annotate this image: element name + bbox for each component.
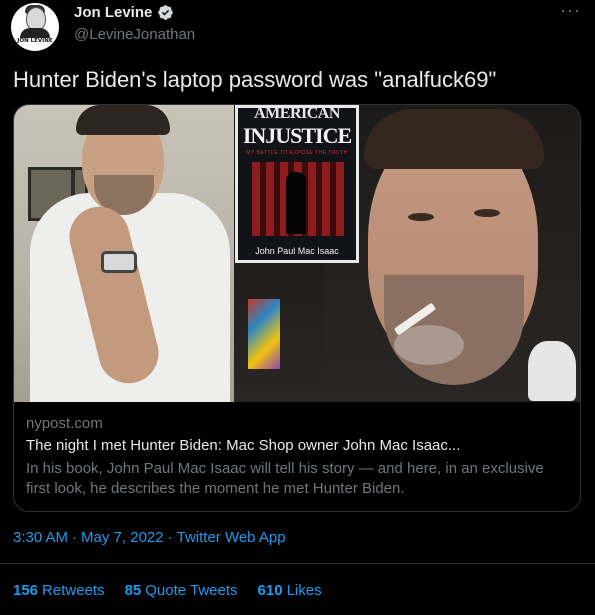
figure-hair [364, 109, 544, 169]
tweet-stats: 156 Retweets 85 Quote Tweets 610 Likes [13, 582, 342, 599]
photo-hunter-smoking [324, 105, 580, 402]
book-subtitle: MY BATTLE TO EXPOSE THE TRUTH [246, 150, 348, 156]
avatar-shirt [20, 28, 50, 38]
author-handle[interactable]: @LevineJonathan [74, 26, 195, 43]
author-name-row: Jon Levine [74, 4, 174, 21]
retweets-label: Retweets [42, 582, 105, 599]
tweet-source[interactable]: Twitter Web App [177, 529, 286, 546]
tweet-time[interactable]: 3:30 AM [13, 529, 68, 546]
meta-separator: · [167, 529, 173, 546]
book-silhouette [286, 172, 306, 234]
figure-eye [474, 209, 500, 217]
quote-tweets-label: Quote Tweets [145, 582, 238, 599]
avatar[interactable]: JON LEVINE [11, 3, 59, 51]
photo-hunter-white-shirt [14, 105, 234, 402]
figure-eye [408, 213, 434, 221]
likes-count: 610 [257, 582, 283, 599]
wristwatch [101, 251, 137, 273]
tweet-metadata: 3:30 AM · May 7, 2022 · Twitter Web App [13, 529, 286, 546]
link-card[interactable]: AMERICAN INJUSTICE MY BATTLE TO EXPOSE T… [13, 104, 581, 512]
link-card-description: In his book, John Paul Mac Isaac will te… [26, 460, 544, 497]
likes-label: Likes [286, 582, 322, 599]
retweets-count: 156 [13, 582, 39, 599]
link-card-domain: nypost.com [26, 415, 103, 432]
tweet-text: Hunter Biden's laptop password was "anal… [13, 67, 497, 92]
book-title: INJUSTICE [242, 123, 352, 148]
divider [0, 563, 595, 564]
colorful-painting [248, 299, 280, 369]
quote-tweets-stat[interactable]: 85 Quote Tweets [125, 582, 238, 599]
book-title-top: AMERICAN [254, 105, 340, 122]
meta-separator: · [72, 529, 78, 546]
author-name[interactable]: Jon Levine [74, 4, 152, 21]
tissue [528, 341, 576, 401]
verified-badge-icon [158, 5, 174, 20]
book-author: John Paul Mac Isaac [255, 246, 339, 256]
retweets-stat[interactable]: 156 Retweets [13, 582, 105, 599]
link-card-image[interactable]: AMERICAN INJUSTICE MY BATTLE TO EXPOSE T… [14, 105, 580, 402]
likes-stat[interactable]: 610 Likes [258, 582, 322, 599]
tweet-date[interactable]: May 7, 2022 [81, 529, 164, 546]
link-card-title: The night I met Hunter Biden: Mac Shop o… [26, 437, 461, 454]
quote-tweets-count: 85 [124, 582, 142, 599]
figure-hair [76, 105, 170, 135]
link-card-body[interactable]: nypost.com The night I met Hunter Biden:… [14, 402, 580, 511]
avatar-logo-text: JON LEVINE [17, 38, 53, 44]
more-options-icon[interactable]: ··· [560, 0, 581, 21]
book-cover: AMERICAN INJUSTICE MY BATTLE TO EXPOSE T… [235, 105, 359, 263]
